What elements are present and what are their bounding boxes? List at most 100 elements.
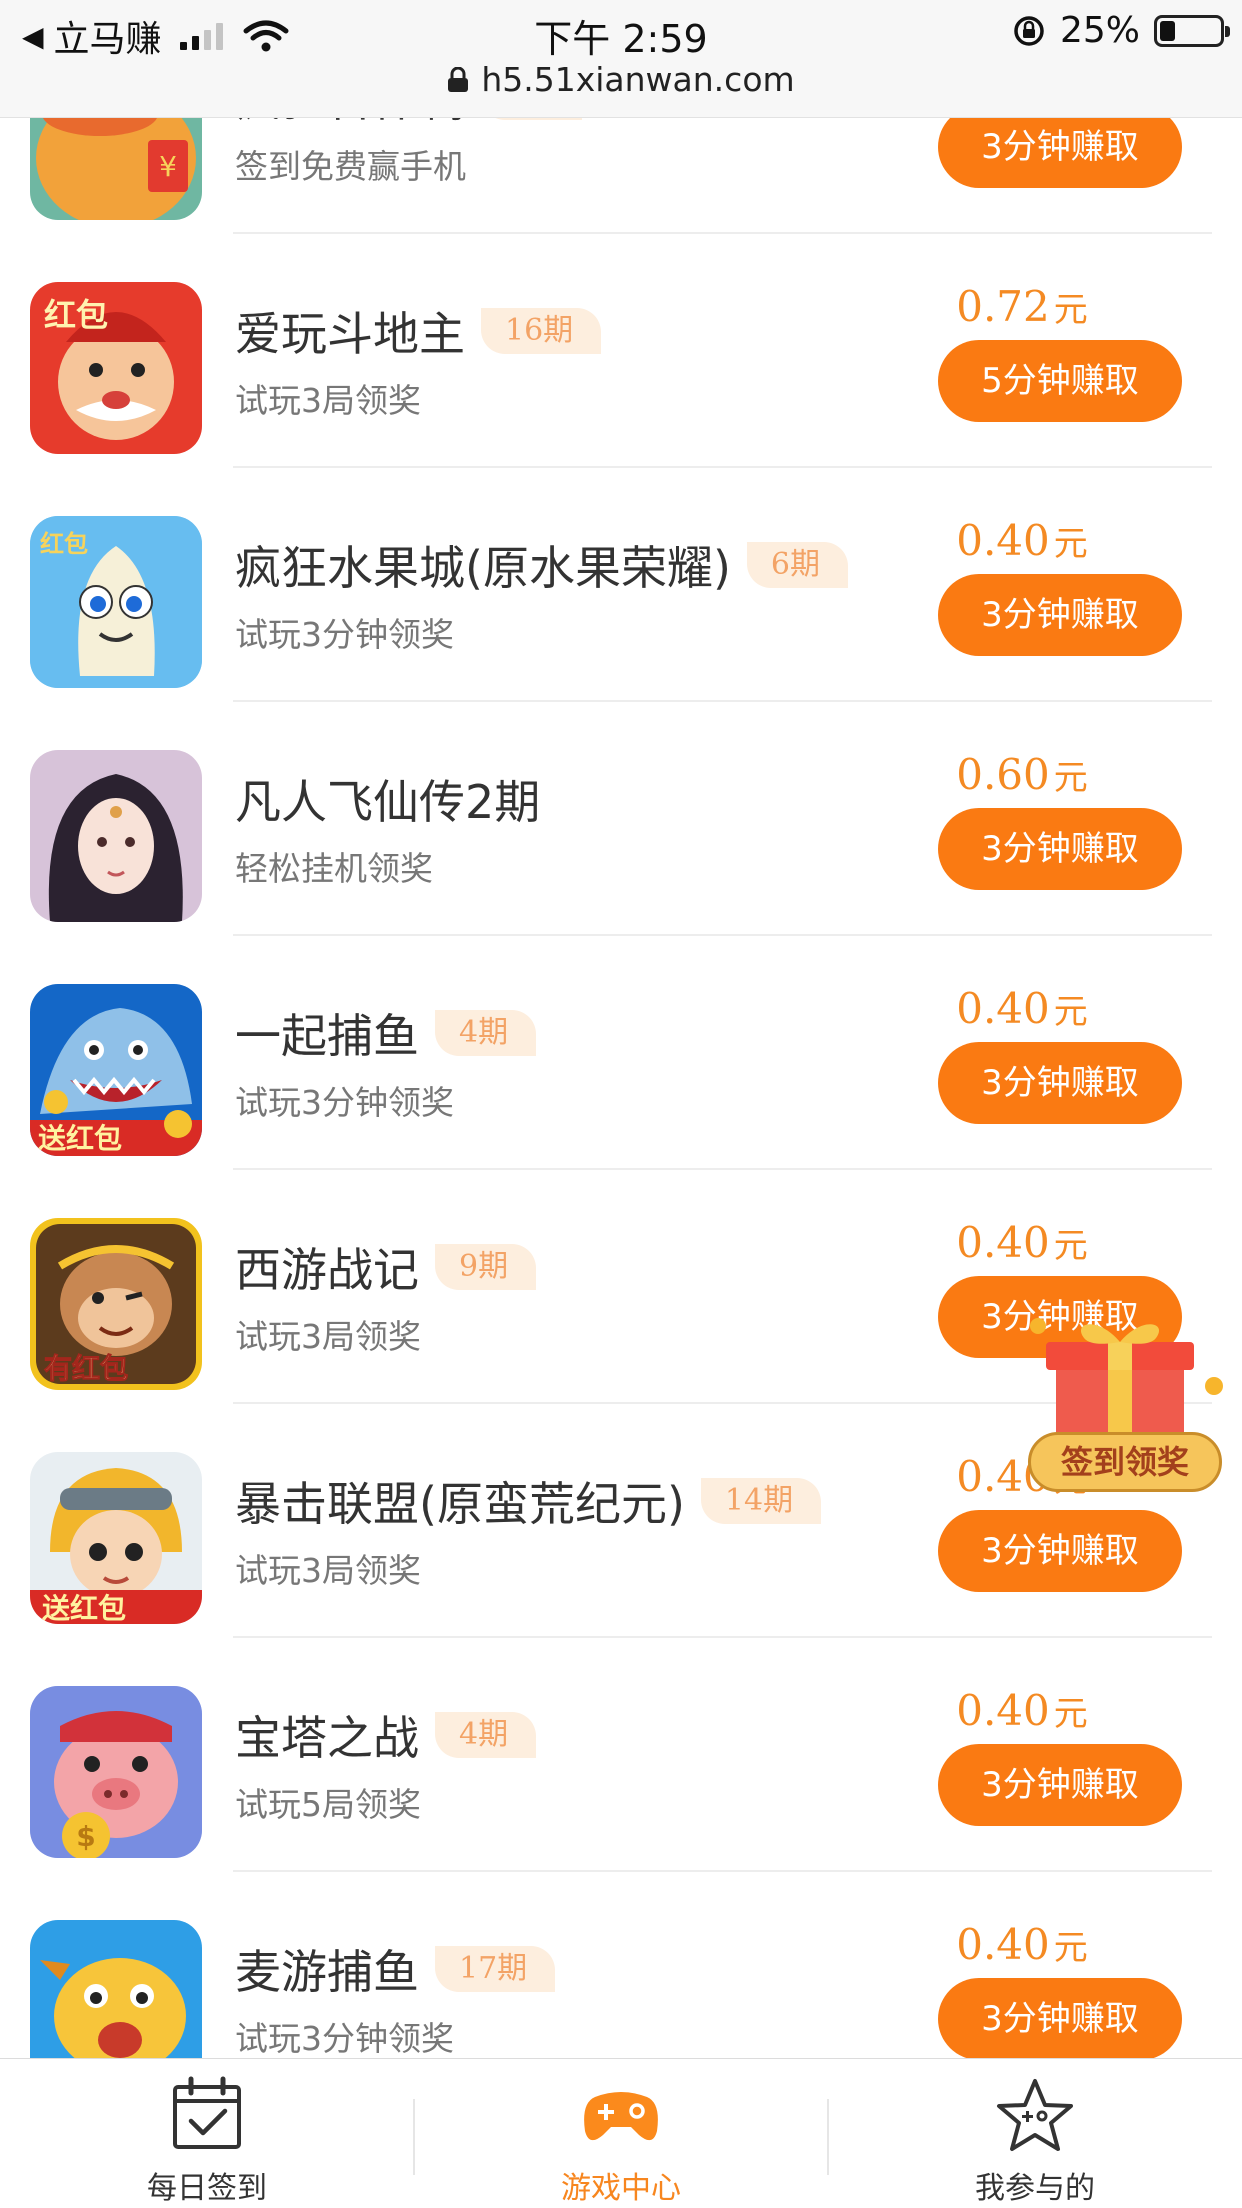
issue-badge: 1期 <box>481 118 583 120</box>
reward-price: 0.40元 <box>902 1218 1142 1267</box>
monkey-game-icon[interactable]: 有红包 <box>30 1218 202 1390</box>
battery-icon <box>1154 14 1230 47</box>
game-description: 试玩3分钟领奖 <box>235 2019 454 2058</box>
tab-daily-checkin[interactable]: 每日签到 <box>0 2059 414 2208</box>
status-right: 25% <box>1012 10 1230 51</box>
game-description: 轻松挂机领奖 <box>235 849 433 888</box>
earn-button[interactable]: 3分钟赚取 <box>938 808 1182 890</box>
earn-button[interactable]: 3分钟赚取 <box>938 1978 1182 2058</box>
game-description: 试玩3局领奖 <box>235 1317 421 1356</box>
rotation-lock-icon <box>1014 15 1044 46</box>
game-description: 试玩3分钟领奖 <box>235 615 454 654</box>
svg-text:$: $ <box>76 1820 95 1853</box>
game-title-row: 西游战记 9期 <box>235 1234 537 1300</box>
issue-badge: 16期 <box>481 308 602 354</box>
earn-button[interactable]: 3分钟赚取 <box>938 1510 1182 1592</box>
game-list-item[interactable]: 麦游捕鱼 17期试玩3分钟领奖 0.40 元 3分钟赚取 <box>0 1872 1242 2058</box>
price-value: 0.40 <box>956 516 1050 565</box>
game-description: 试玩5局领奖 <box>235 1785 421 1824</box>
fish-game-icon[interactable] <box>30 1920 202 2058</box>
status-bar: ◀ 立马赚 下午 2:59 25% h5.51xianwan.com <box>0 0 1242 118</box>
game-list-item[interactable]: ¥疯狂合体鸭1期签到免费赢手机0.40元3分钟赚取 <box>0 118 1242 234</box>
reward-price: 0.72 元 <box>902 282 1142 331</box>
gift-label[interactable]: 签到领奖 <box>1028 1432 1222 1492</box>
game-title-row: 爱玩斗地主 16期 <box>235 298 602 364</box>
game-title: 疯狂水果城(原水果荣耀) <box>235 541 731 595</box>
game-list-item[interactable]: $ 宝塔之战 4期 试玩5局领奖 0.40 元 3分钟赚取 <box>0 1638 1242 1872</box>
game-list-item[interactable]: 红包 爱玩斗地主 16期 试玩3局领奖 0.72 元 5分钟赚取 <box>0 234 1242 468</box>
tab-label: 每日签到 <box>147 2171 267 2206</box>
price-value: 0.40 <box>956 984 1050 1033</box>
game-title-row: 疯狂水果城(原水果荣耀) 6期 <box>235 532 848 598</box>
game-list-inner: ¥疯狂合体鸭1期签到免费赢手机0.40元3分钟赚取红包爱玩斗地主16期试玩3局领… <box>0 118 1242 2058</box>
tab-game-center[interactable]: 游戏中心 <box>414 2059 828 2208</box>
sign-in-gift-widget[interactable]: 签到领奖 <box>1028 1316 1228 1496</box>
game-title: 麦游捕鱼 <box>235 1945 419 1999</box>
fruit-game-icon[interactable]: 红包 <box>30 516 202 688</box>
battery-percent: 25% <box>1059 10 1140 51</box>
calendar-check-icon <box>173 2076 241 2149</box>
issue-badge: 17期 <box>435 1946 556 1992</box>
price-value: 0.60 <box>956 750 1050 799</box>
hero-game-icon[interactable]: 送红包 <box>30 1452 202 1624</box>
svg-text:红包: 红包 <box>44 296 108 334</box>
price-unit: 元 <box>1053 524 1088 564</box>
earn-button[interactable]: 3分钟赚取 <box>938 574 1182 656</box>
game-title: 宝塔之战 <box>235 1711 419 1765</box>
price-unit: 元 <box>1053 1694 1088 1734</box>
game-description: 试玩3分钟领奖 <box>235 1083 454 1122</box>
svg-text:送红包: 送红包 <box>38 1122 122 1155</box>
game-list-item[interactable]: 红包 疯狂水果城(原水果荣耀) 6期试玩3分钟领奖 0.40 元 3分钟赚取 <box>0 468 1242 702</box>
game-title: 疯狂合体鸭 <box>235 118 465 130</box>
fairy-game-icon[interactable] <box>30 750 202 922</box>
price-unit: 元 <box>1053 992 1088 1032</box>
game-list[interactable]: ¥疯狂合体鸭1期签到免费赢手机0.40元3分钟赚取红包爱玩斗地主16期试玩3局领… <box>0 118 1242 2058</box>
earn-button[interactable]: 3分钟赚取 <box>938 1744 1182 1826</box>
price-unit: 元 <box>1053 1226 1088 1266</box>
star-icon <box>997 2079 1073 2151</box>
game-title: 凡人飞仙传2期 <box>235 775 541 829</box>
reward-price: 0.40元 <box>902 516 1142 565</box>
pig-game-icon[interactable]: $ <box>30 1686 202 1858</box>
issue-badge: 4期 <box>435 1010 537 1056</box>
svg-text:送红包: 送红包 <box>42 1592 126 1624</box>
issue-badge: 9期 <box>435 1244 537 1290</box>
game-list-item[interactable]: 送红包 一起捕鱼 4期试玩3分钟领奖 0.40 元 3分钟赚取 <box>0 936 1242 1170</box>
tab-bar: 每日签到 游戏中心 我参与的 <box>0 2058 1242 2208</box>
address-bar[interactable]: h5.51xianwan.com <box>0 60 1242 99</box>
price-value: 0.40 <box>956 1218 1050 1267</box>
earn-button[interactable]: 3分钟赚取 <box>938 118 1182 188</box>
earn-button[interactable]: 3分钟赚取 <box>938 1042 1182 1124</box>
landlord-game-icon[interactable]: 红包 <box>30 282 202 454</box>
svg-text:有红包: 有红包 <box>44 1352 128 1385</box>
game-list-item[interactable]: 凡人飞仙传2期轻松挂机领奖 0.60 元 3分钟赚取 <box>0 702 1242 936</box>
game-title-row: 凡人飞仙传2期 <box>235 766 540 832</box>
svg-text:红包: 红包 <box>40 530 88 558</box>
tab-my-participation[interactable]: 我参与的 <box>828 2059 1242 2208</box>
reward-price: 0.40元 <box>902 1920 1142 1969</box>
price-unit: 元 <box>1053 758 1088 798</box>
tab-label: 我参与的 <box>975 2171 1095 2206</box>
game-title: 暴击联盟(原蛮荒纪元) <box>235 1477 685 1531</box>
reward-price: 0.60 元 <box>902 750 1142 799</box>
duck-game-icon[interactable]: ¥ <box>30 118 202 220</box>
game-description: 试玩3局领奖 <box>235 1551 421 1590</box>
issue-badge: 14期 <box>700 1478 822 1524</box>
price-unit: 元 <box>1053 290 1088 330</box>
game-title: 西游战记 <box>235 1243 419 1297</box>
tab-label: 游戏中心 <box>561 2171 681 2206</box>
price-unit: 元 <box>1053 1928 1088 1968</box>
shark-game-icon[interactable]: 送红包 <box>30 984 202 1156</box>
lock-icon <box>448 66 469 92</box>
game-title-row: 麦游捕鱼 17期 <box>235 1936 556 2002</box>
game-title: 一起捕鱼 <box>235 1009 419 1063</box>
price-value: 0.72 <box>956 282 1050 331</box>
gamepad-icon <box>584 2092 658 2141</box>
earn-button[interactable]: 5分钟赚取 <box>938 340 1182 422</box>
svg-text:¥: ¥ <box>159 150 177 183</box>
url-text: h5.51xianwan.com <box>481 60 795 99</box>
game-title-row: 暴击联盟(原蛮荒纪元) 14期 <box>235 1468 822 1534</box>
game-title-row: 疯狂合体鸭 1期 <box>235 118 583 130</box>
game-description: 签到免费赢手机 <box>235 147 466 186</box>
battery-level <box>1160 20 1175 41</box>
